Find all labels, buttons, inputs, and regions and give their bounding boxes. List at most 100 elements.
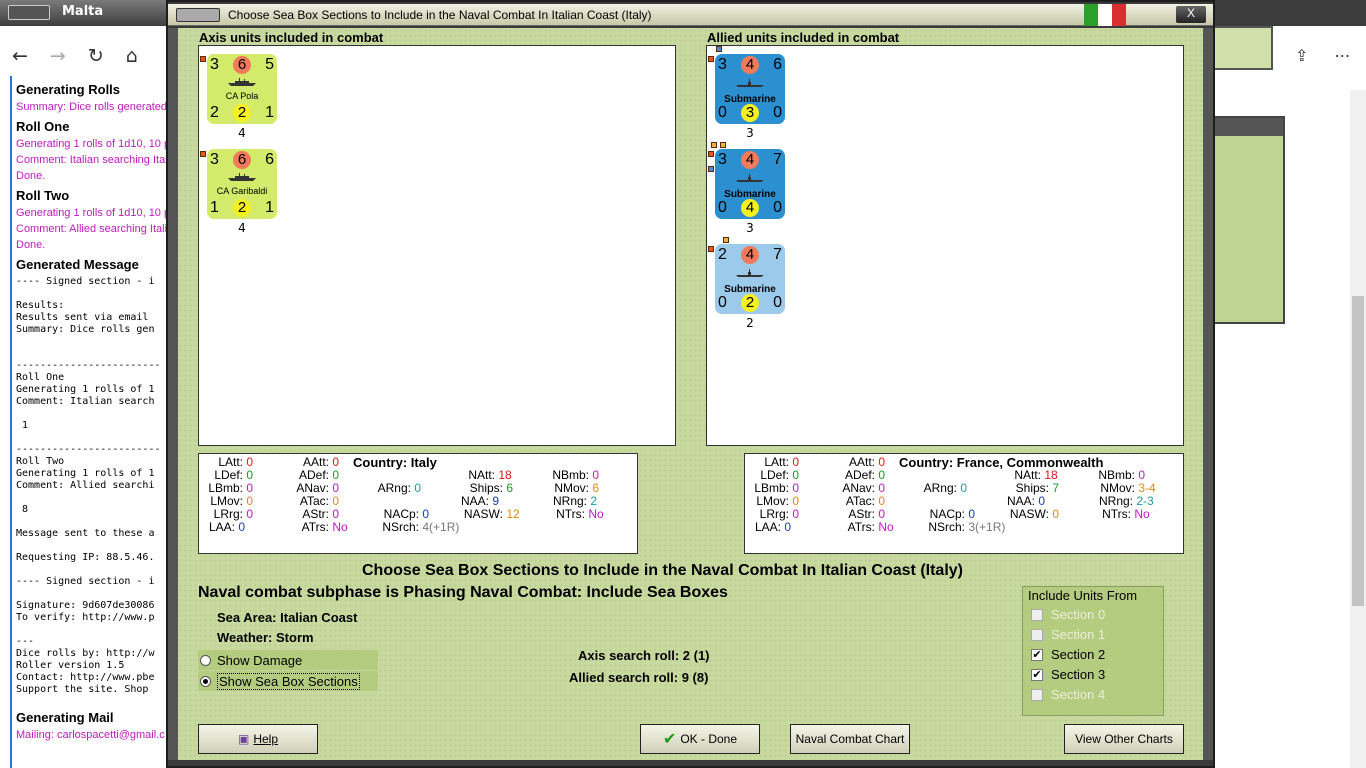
message-line: Generating 1 rolls of 1 xyxy=(16,384,155,395)
show-damage-radio[interactable] xyxy=(200,654,211,666)
stat-arng-label: ARng: xyxy=(377,481,411,495)
stat-nsrch-value: 4(+1R) xyxy=(422,520,460,534)
scrollbar-thumb[interactable] xyxy=(1352,296,1364,606)
message-line: Comment: Italian search xyxy=(16,396,155,407)
stat-ldef-value: 0 xyxy=(792,468,800,482)
stat-latt: LAtt: 0 xyxy=(203,455,253,469)
message-line: Roller version 1.5 xyxy=(16,660,125,671)
counter-bottom-left: 0 xyxy=(718,199,727,216)
browser-right-toolbar: ⇪ ⋯ xyxy=(1285,40,1366,70)
stat-ships-value: 6 xyxy=(506,481,514,495)
stat-astr-value: 0 xyxy=(878,507,886,521)
section-checkbox[interactable]: ✔ xyxy=(1031,668,1043,681)
stat-nsrch-label: NSrch: xyxy=(928,520,965,534)
counter-name: CA Pola xyxy=(225,91,259,101)
stat-atrs-label: ATrs: xyxy=(301,520,329,534)
stat-ldef-label: LDef: xyxy=(760,468,789,482)
stat-astr: AStr: 0 xyxy=(839,507,885,521)
cruiser-counter[interactable]: 3 6 5 CA Pola 2 2 1 xyxy=(207,54,277,124)
section-label: Section 0 xyxy=(1051,607,1106,622)
stat-laa-value: 0 xyxy=(784,520,792,534)
section-checkbox[interactable]: ✔ xyxy=(1031,648,1043,661)
stat-nrng-value: 2-3 xyxy=(1136,494,1154,508)
stat-ldef-label: LDef: xyxy=(214,468,243,482)
axis-search-label: Axis search roll: xyxy=(578,648,680,663)
stat-nacp-value: 0 xyxy=(422,507,430,521)
stat-nacp-label: NACp: xyxy=(383,507,419,521)
axis-units-box: 3 6 5 CA Pola 2 2 1 4 3 6 6 CA Garibaldi 1 2 1 4 xyxy=(198,45,676,446)
show-sea-box-radio[interactable] xyxy=(200,675,211,687)
message-line xyxy=(16,408,168,420)
stat-lmov: LMov: 0 xyxy=(749,494,799,508)
submarine-counter[interactable]: 3 4 7 Submarine 0 4 0 xyxy=(715,149,785,219)
counter-bottom-right: 0 xyxy=(773,294,782,311)
forward-arrow-icon[interactable]: → xyxy=(50,45,66,67)
stat-ntrs-value: No xyxy=(1134,507,1150,521)
stat-atrs-value: No xyxy=(332,520,348,534)
allied-search-row: Allied search roll: 9 (8) xyxy=(569,670,708,685)
counter-top-left: 3 xyxy=(718,56,727,73)
unit-status-icon xyxy=(723,237,729,243)
allied-search-value: 9 (8) xyxy=(681,670,709,685)
message-line xyxy=(16,516,168,528)
page-scrollbar[interactable] xyxy=(1350,90,1366,768)
submarine-counter[interactable]: 2 4 7 Submarine 0 2 0 xyxy=(715,244,785,314)
show-damage-option[interactable]: Show Damage xyxy=(198,650,378,670)
roll-one-comment: Comment: Italian searching Ital xyxy=(16,154,168,166)
back-arrow-icon[interactable]: ← xyxy=(12,45,28,67)
counter-bottom-right: 0 xyxy=(773,104,782,121)
stat-latt-value: 0 xyxy=(792,455,800,469)
stat-adef: ADef: 0 xyxy=(293,468,339,482)
message-line xyxy=(16,564,168,576)
country-label: Country: xyxy=(899,455,954,470)
message-line: Requesting IP: 88.5.46. xyxy=(16,552,155,563)
stat-laa-value: 0 xyxy=(238,520,246,534)
window-menu-button[interactable] xyxy=(8,5,50,20)
message-line: Roll One xyxy=(16,372,65,383)
submarine-counter[interactable]: 3 4 6 Submarine 0 3 0 xyxy=(715,54,785,124)
stat-lbmb-label: LBmb: xyxy=(754,481,789,495)
subphase-text: Naval combat subphase is Phasing Naval C… xyxy=(198,584,728,601)
stat-lmov-value: 0 xyxy=(246,494,254,508)
background-titlebar: Malta xyxy=(0,0,168,26)
counter-top-right: 6 xyxy=(773,56,782,73)
dialog-system-menu-button[interactable] xyxy=(176,8,220,22)
stat-naa-label: NAA: xyxy=(1006,494,1035,508)
refresh-icon[interactable]: ↻ xyxy=(88,45,104,67)
stat-adef-label: ADef: xyxy=(298,468,329,482)
roll-one-heading: Roll One xyxy=(16,119,70,134)
stat-ntrs-value: No xyxy=(588,507,604,521)
section-label: Section 2 xyxy=(1051,647,1106,662)
section-checkbox-row[interactable]: ✔ Section 3 xyxy=(1031,667,1105,682)
section-checkbox-row[interactable]: ✔ Section 2 xyxy=(1031,647,1105,662)
message-line: Roll Two xyxy=(16,456,65,467)
close-button[interactable]: X xyxy=(1176,6,1206,23)
counter-top-center: 6 xyxy=(233,56,251,74)
message-line xyxy=(16,336,168,348)
more-icon[interactable]: ⋯ xyxy=(1334,46,1350,65)
naval-combat-chart-button[interactable]: Naval Combat Chart xyxy=(790,724,910,754)
cruiser-counter[interactable]: 3 6 6 CA Garibaldi 1 2 1 xyxy=(207,149,277,219)
main-heading: Choose Sea Box Sections to Include in th… xyxy=(362,562,963,579)
ok-done-button[interactable]: ✔ OK - Done xyxy=(640,724,760,754)
generated-message-body: ---- Signed section - i Results: Results s… xyxy=(16,276,168,696)
stat-adef: ADef: 0 xyxy=(839,468,885,482)
message-line: ---- Signed section - i xyxy=(16,276,155,287)
stat-ldef: LDef: 0 xyxy=(749,468,799,482)
stat-nacp-label: NACp: xyxy=(929,507,965,521)
section-checkbox-row: Section 4 xyxy=(1031,687,1105,702)
stat-nbmb: NBmb: 0 xyxy=(1091,468,1145,482)
allied-units-box: 3 4 6 Submarine 0 3 0 3 3 4 7 Submarine 0 4 0 3 2 4 7 Subma… xyxy=(706,45,1184,446)
stat-anav-value: 0 xyxy=(878,481,886,495)
help-button[interactable]: ▣ Help xyxy=(198,724,318,754)
stat-nasw-label: NASW: xyxy=(463,507,503,521)
home-icon[interactable]: ⌂ xyxy=(126,45,138,67)
share-icon[interactable]: ⇪ xyxy=(1295,46,1308,65)
stat-natt-label: NAtt: xyxy=(468,468,495,482)
stat-atac: ATac: 0 xyxy=(839,494,885,508)
stat-ntrs-label: NTrs: xyxy=(556,507,585,521)
view-other-charts-button[interactable]: View Other Charts xyxy=(1064,724,1184,754)
show-sea-box-option[interactable]: Show Sea Box Sections xyxy=(198,671,378,691)
roll-one-done: Done. xyxy=(16,170,46,182)
counter-strength-value: 3 xyxy=(746,126,754,140)
